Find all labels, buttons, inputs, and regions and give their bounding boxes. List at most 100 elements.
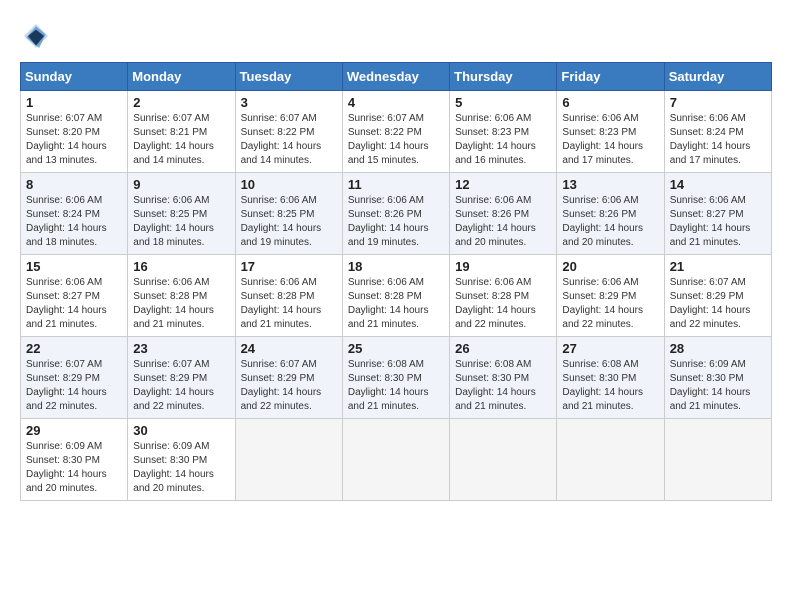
calendar-cell: 9 Sunrise: 6:06 AM Sunset: 8:25 PM Dayli… bbox=[128, 173, 235, 255]
day-number: 20 bbox=[562, 259, 658, 274]
day-number: 25 bbox=[348, 341, 444, 356]
calendar-week-3: 15 Sunrise: 6:06 AM Sunset: 8:27 PM Dayl… bbox=[21, 255, 772, 337]
day-number: 2 bbox=[133, 95, 229, 110]
page-header bbox=[20, 20, 772, 52]
calendar-cell: 28 Sunrise: 6:09 AM Sunset: 8:30 PM Dayl… bbox=[664, 337, 771, 419]
day-number: 28 bbox=[670, 341, 766, 356]
day-info: Sunrise: 6:07 AM Sunset: 8:29 PM Dayligh… bbox=[670, 276, 766, 332]
day-number: 8 bbox=[26, 177, 122, 192]
day-info: Sunrise: 6:07 AM Sunset: 8:29 PM Dayligh… bbox=[241, 358, 337, 414]
day-info: Sunrise: 6:07 AM Sunset: 8:20 PM Dayligh… bbox=[26, 112, 122, 168]
calendar-cell: 21 Sunrise: 6:07 AM Sunset: 8:29 PM Dayl… bbox=[664, 255, 771, 337]
day-number: 3 bbox=[241, 95, 337, 110]
day-number: 14 bbox=[670, 177, 766, 192]
calendar-cell: 15 Sunrise: 6:06 AM Sunset: 8:27 PM Dayl… bbox=[21, 255, 128, 337]
day-number: 23 bbox=[133, 341, 229, 356]
day-number: 29 bbox=[26, 423, 122, 438]
calendar-cell: 14 Sunrise: 6:06 AM Sunset: 8:27 PM Dayl… bbox=[664, 173, 771, 255]
calendar-cell: 18 Sunrise: 6:06 AM Sunset: 8:28 PM Dayl… bbox=[342, 255, 449, 337]
day-info: Sunrise: 6:07 AM Sunset: 8:22 PM Dayligh… bbox=[241, 112, 337, 168]
calendar-header-saturday: Saturday bbox=[664, 63, 771, 91]
calendar-week-5: 29 Sunrise: 6:09 AM Sunset: 8:30 PM Dayl… bbox=[21, 419, 772, 501]
calendar-cell: 8 Sunrise: 6:06 AM Sunset: 8:24 PM Dayli… bbox=[21, 173, 128, 255]
logo bbox=[20, 20, 58, 52]
calendar-header-friday: Friday bbox=[557, 63, 664, 91]
calendar-cell bbox=[450, 419, 557, 501]
day-number: 11 bbox=[348, 177, 444, 192]
day-number: 24 bbox=[241, 341, 337, 356]
day-number: 13 bbox=[562, 177, 658, 192]
logo-icon bbox=[20, 20, 52, 52]
calendar-cell: 22 Sunrise: 6:07 AM Sunset: 8:29 PM Dayl… bbox=[21, 337, 128, 419]
calendar-week-2: 8 Sunrise: 6:06 AM Sunset: 8:24 PM Dayli… bbox=[21, 173, 772, 255]
day-info: Sunrise: 6:07 AM Sunset: 8:29 PM Dayligh… bbox=[133, 358, 229, 414]
day-info: Sunrise: 6:06 AM Sunset: 8:24 PM Dayligh… bbox=[670, 112, 766, 168]
calendar-cell: 24 Sunrise: 6:07 AM Sunset: 8:29 PM Dayl… bbox=[235, 337, 342, 419]
day-info: Sunrise: 6:06 AM Sunset: 8:27 PM Dayligh… bbox=[26, 276, 122, 332]
day-info: Sunrise: 6:07 AM Sunset: 8:29 PM Dayligh… bbox=[26, 358, 122, 414]
calendar-cell bbox=[235, 419, 342, 501]
day-number: 1 bbox=[26, 95, 122, 110]
day-number: 18 bbox=[348, 259, 444, 274]
day-info: Sunrise: 6:06 AM Sunset: 8:26 PM Dayligh… bbox=[455, 194, 551, 250]
day-info: Sunrise: 6:08 AM Sunset: 8:30 PM Dayligh… bbox=[348, 358, 444, 414]
calendar-cell: 11 Sunrise: 6:06 AM Sunset: 8:26 PM Dayl… bbox=[342, 173, 449, 255]
day-info: Sunrise: 6:06 AM Sunset: 8:29 PM Dayligh… bbox=[562, 276, 658, 332]
day-number: 5 bbox=[455, 95, 551, 110]
day-number: 6 bbox=[562, 95, 658, 110]
day-number: 17 bbox=[241, 259, 337, 274]
calendar-cell: 27 Sunrise: 6:08 AM Sunset: 8:30 PM Dayl… bbox=[557, 337, 664, 419]
calendar-week-4: 22 Sunrise: 6:07 AM Sunset: 8:29 PM Dayl… bbox=[21, 337, 772, 419]
calendar-cell: 1 Sunrise: 6:07 AM Sunset: 8:20 PM Dayli… bbox=[21, 91, 128, 173]
day-number: 30 bbox=[133, 423, 229, 438]
day-info: Sunrise: 6:06 AM Sunset: 8:28 PM Dayligh… bbox=[241, 276, 337, 332]
day-info: Sunrise: 6:06 AM Sunset: 8:28 PM Dayligh… bbox=[348, 276, 444, 332]
calendar-cell: 7 Sunrise: 6:06 AM Sunset: 8:24 PM Dayli… bbox=[664, 91, 771, 173]
day-number: 4 bbox=[348, 95, 444, 110]
day-info: Sunrise: 6:09 AM Sunset: 8:30 PM Dayligh… bbox=[26, 440, 122, 496]
day-info: Sunrise: 6:07 AM Sunset: 8:22 PM Dayligh… bbox=[348, 112, 444, 168]
calendar-cell: 29 Sunrise: 6:09 AM Sunset: 8:30 PM Dayl… bbox=[21, 419, 128, 501]
day-info: Sunrise: 6:09 AM Sunset: 8:30 PM Dayligh… bbox=[133, 440, 229, 496]
day-info: Sunrise: 6:06 AM Sunset: 8:23 PM Dayligh… bbox=[562, 112, 658, 168]
calendar-cell bbox=[557, 419, 664, 501]
day-number: 27 bbox=[562, 341, 658, 356]
calendar-cell: 19 Sunrise: 6:06 AM Sunset: 8:28 PM Dayl… bbox=[450, 255, 557, 337]
day-number: 26 bbox=[455, 341, 551, 356]
day-info: Sunrise: 6:07 AM Sunset: 8:21 PM Dayligh… bbox=[133, 112, 229, 168]
day-number: 16 bbox=[133, 259, 229, 274]
calendar-header-tuesday: Tuesday bbox=[235, 63, 342, 91]
day-info: Sunrise: 6:06 AM Sunset: 8:28 PM Dayligh… bbox=[133, 276, 229, 332]
day-number: 7 bbox=[670, 95, 766, 110]
calendar-header-sunday: Sunday bbox=[21, 63, 128, 91]
day-info: Sunrise: 6:06 AM Sunset: 8:26 PM Dayligh… bbox=[562, 194, 658, 250]
day-info: Sunrise: 6:06 AM Sunset: 8:23 PM Dayligh… bbox=[455, 112, 551, 168]
day-info: Sunrise: 6:06 AM Sunset: 8:25 PM Dayligh… bbox=[241, 194, 337, 250]
day-info: Sunrise: 6:06 AM Sunset: 8:28 PM Dayligh… bbox=[455, 276, 551, 332]
day-number: 12 bbox=[455, 177, 551, 192]
calendar-cell: 5 Sunrise: 6:06 AM Sunset: 8:23 PM Dayli… bbox=[450, 91, 557, 173]
calendar-cell: 13 Sunrise: 6:06 AM Sunset: 8:26 PM Dayl… bbox=[557, 173, 664, 255]
day-number: 19 bbox=[455, 259, 551, 274]
day-info: Sunrise: 6:06 AM Sunset: 8:25 PM Dayligh… bbox=[133, 194, 229, 250]
calendar-header-row: SundayMondayTuesdayWednesdayThursdayFrid… bbox=[21, 63, 772, 91]
day-number: 21 bbox=[670, 259, 766, 274]
calendar-cell: 4 Sunrise: 6:07 AM Sunset: 8:22 PM Dayli… bbox=[342, 91, 449, 173]
day-info: Sunrise: 6:06 AM Sunset: 8:26 PM Dayligh… bbox=[348, 194, 444, 250]
day-info: Sunrise: 6:09 AM Sunset: 8:30 PM Dayligh… bbox=[670, 358, 766, 414]
calendar-cell: 20 Sunrise: 6:06 AM Sunset: 8:29 PM Dayl… bbox=[557, 255, 664, 337]
day-info: Sunrise: 6:06 AM Sunset: 8:24 PM Dayligh… bbox=[26, 194, 122, 250]
calendar-week-1: 1 Sunrise: 6:07 AM Sunset: 8:20 PM Dayli… bbox=[21, 91, 772, 173]
calendar-header-wednesday: Wednesday bbox=[342, 63, 449, 91]
day-number: 15 bbox=[26, 259, 122, 274]
calendar-table: SundayMondayTuesdayWednesdayThursdayFrid… bbox=[20, 62, 772, 501]
day-number: 10 bbox=[241, 177, 337, 192]
calendar-cell: 25 Sunrise: 6:08 AM Sunset: 8:30 PM Dayl… bbox=[342, 337, 449, 419]
calendar-cell: 2 Sunrise: 6:07 AM Sunset: 8:21 PM Dayli… bbox=[128, 91, 235, 173]
day-info: Sunrise: 6:08 AM Sunset: 8:30 PM Dayligh… bbox=[562, 358, 658, 414]
calendar-cell: 23 Sunrise: 6:07 AM Sunset: 8:29 PM Dayl… bbox=[128, 337, 235, 419]
day-number: 9 bbox=[133, 177, 229, 192]
calendar-cell: 17 Sunrise: 6:06 AM Sunset: 8:28 PM Dayl… bbox=[235, 255, 342, 337]
day-info: Sunrise: 6:08 AM Sunset: 8:30 PM Dayligh… bbox=[455, 358, 551, 414]
calendar-cell bbox=[342, 419, 449, 501]
